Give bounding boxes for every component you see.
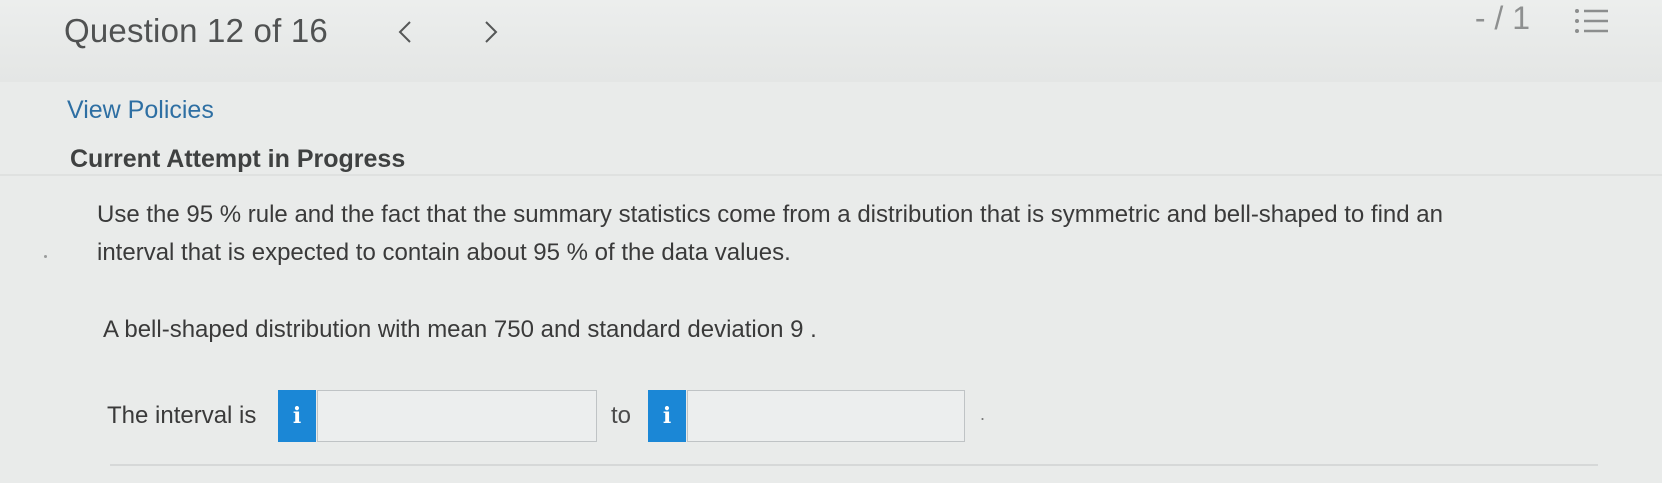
question-prompt-line-2: interval that is expected to contain abo… [97, 239, 791, 266]
to-label: to [611, 402, 632, 429]
question-title: Question 12 of 16 [64, 12, 328, 49]
lower-bound-input[interactable] [317, 390, 597, 442]
info-icon[interactable]: i [278, 390, 316, 442]
list-menu-icon [1575, 9, 1608, 33]
previous-question-button[interactable] [388, 14, 422, 50]
chevron-left-icon [398, 21, 411, 43]
section-divider [0, 174, 1662, 176]
distribution-description: A bell-shaped distribution with mean 750… [103, 316, 817, 343]
question-list-menu-button[interactable] [1572, 4, 1612, 40]
next-question-button[interactable] [474, 14, 508, 50]
chevron-right-icon [485, 21, 498, 43]
sentence-period: . [980, 404, 986, 424]
upper-bound-input[interactable] [687, 390, 965, 442]
attempt-status: Current Attempt in Progress [70, 145, 406, 173]
bottom-divider [110, 464, 1598, 466]
view-policies-link[interactable]: View Policies [67, 96, 214, 125]
question-prompt-line-1: Use the 95 % rule and the fact that the … [97, 201, 1443, 228]
score-display: - / 1 [1474, 0, 1530, 36]
decorative-dot [44, 255, 47, 258]
interval-label: The interval is [107, 402, 257, 429]
info-icon[interactable]: i [648, 390, 686, 442]
question-prompt: Use the 95 % rule and the fact that the … [97, 196, 1557, 272]
